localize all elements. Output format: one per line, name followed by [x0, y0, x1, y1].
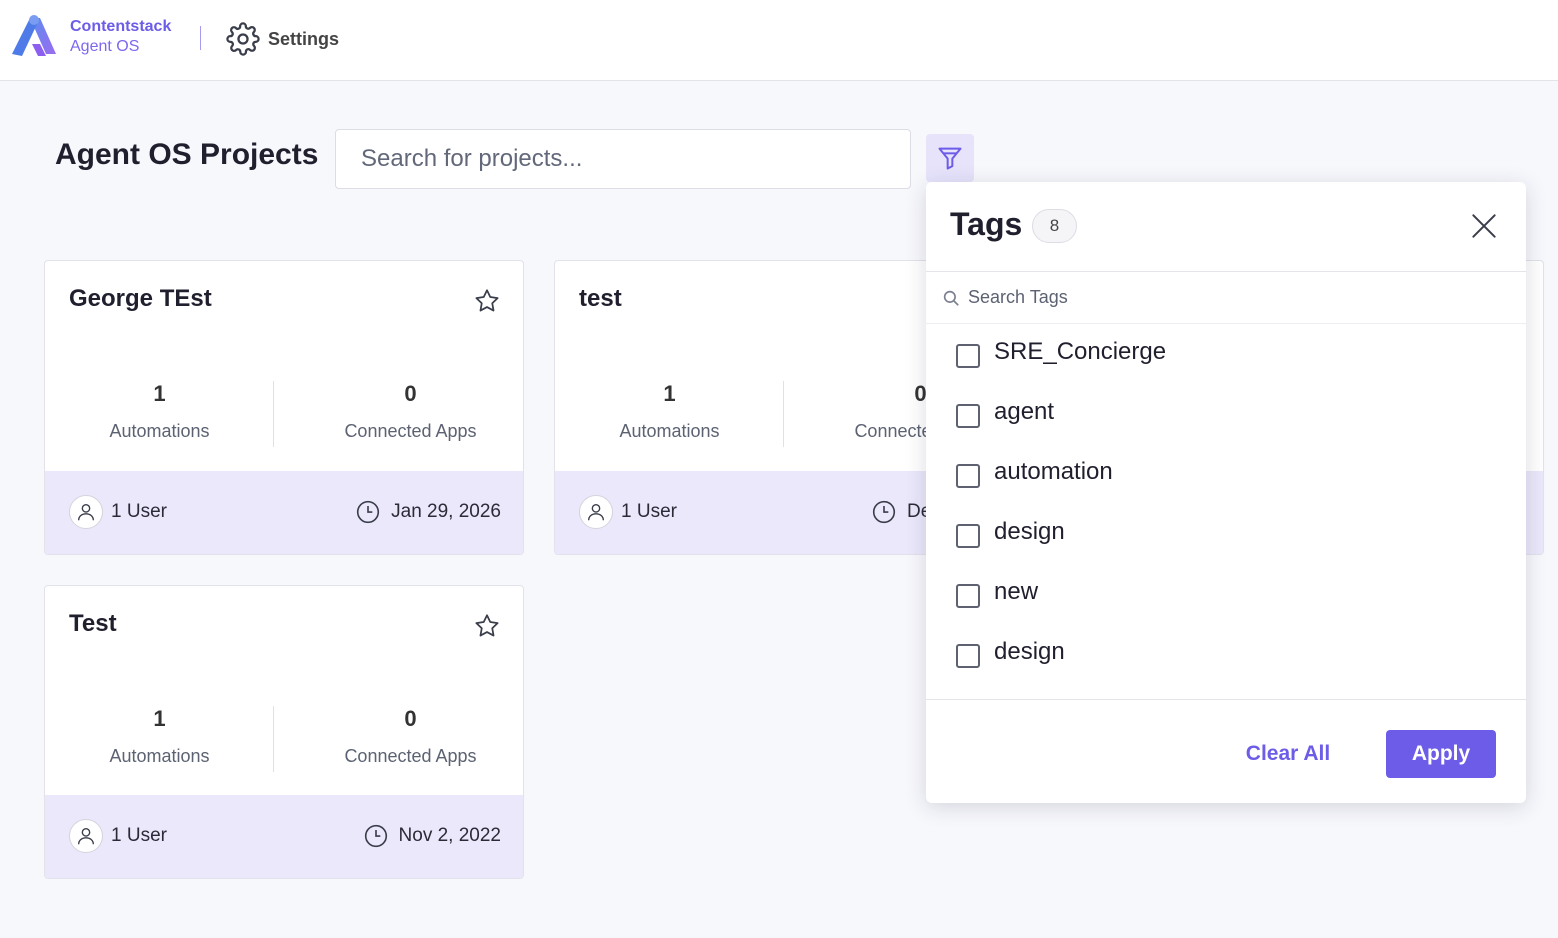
tag-label: new — [994, 578, 1039, 605]
tag-checkbox[interactable] — [956, 644, 980, 668]
stat-divider — [783, 381, 784, 447]
apply-button[interactable]: Apply — [1386, 730, 1496, 778]
connected-apps-label: Connected Apps — [344, 746, 477, 766]
header-divider — [200, 26, 201, 50]
updated-date: Jan 29, 2026 — [355, 499, 501, 525]
tag-option[interactable]: new — [956, 574, 1038, 610]
user-avatar-icon — [69, 495, 103, 529]
tag-checkbox[interactable] — [956, 344, 980, 368]
users-count: 1 User — [111, 825, 167, 846]
close-icon[interactable] — [1468, 210, 1500, 242]
connected-apps-stat: 0 Connected Apps — [296, 381, 523, 442]
page-title: Agent OS Projects — [55, 138, 319, 171]
connected-apps-count: 0 — [404, 381, 417, 406]
settings-label: Settings — [268, 28, 340, 49]
users-count: 1 User — [111, 501, 167, 522]
filter-button[interactable] — [926, 134, 974, 182]
stat-divider — [273, 706, 274, 772]
clock-icon — [357, 500, 380, 524]
automations-stat: 1 Automations — [555, 381, 784, 442]
connected-apps-count: 0 — [404, 706, 417, 731]
clock-icon — [872, 500, 896, 524]
users-info: 1 User — [69, 819, 167, 853]
search-icon — [943, 290, 959, 306]
tag-option[interactable]: agent — [956, 394, 1054, 430]
project-search[interactable] — [335, 129, 911, 189]
tag-checkbox[interactable] — [956, 404, 980, 428]
project-name: test — [579, 285, 622, 312]
tag-option[interactable]: design — [956, 514, 1065, 550]
clock-icon — [364, 824, 387, 848]
automations-count: 1 — [663, 381, 676, 406]
project-card[interactable]: George TEst 1 Automations 0 Connected Ap… — [44, 260, 524, 555]
updated-date: Nov 2, 2022 — [363, 823, 501, 849]
stat-divider — [273, 381, 274, 447]
project-name: George TEst — [69, 285, 212, 312]
users-count: 1 User — [621, 501, 677, 522]
automations-label: Automations — [109, 746, 210, 766]
tag-option[interactable]: automation — [956, 454, 1113, 490]
automations-stat: 1 Automations — [45, 381, 274, 442]
brand-subtitle: Agent OS — [70, 38, 140, 55]
tag-option[interactable]: SRE_Concierge — [956, 334, 1166, 370]
project-search-input[interactable] — [336, 130, 910, 188]
users-info: 1 User — [69, 495, 167, 529]
automations-count: 1 — [153, 381, 166, 406]
tags-panel-header: Tags 8 — [926, 182, 1526, 272]
tag-label: design — [994, 638, 1065, 665]
tag-checkbox[interactable] — [956, 464, 980, 488]
tag-label: design — [994, 518, 1065, 545]
tag-checkbox[interactable] — [956, 524, 980, 548]
card-footer: 1 User Nov 2, 2022 — [45, 795, 523, 878]
tags-title: Tags — [950, 206, 1023, 242]
gear-icon — [226, 22, 260, 56]
connected-apps-stat: 0 Connected Apps — [296, 706, 523, 767]
tag-checkbox[interactable] — [956, 584, 980, 608]
date-label: Nov 2, 2022 — [398, 825, 501, 846]
clear-all-button[interactable]: Clear All — [1232, 730, 1344, 778]
tag-label: SRE_Concierge — [994, 338, 1167, 365]
brand-name: Contentstack — [70, 18, 172, 35]
automations-count: 1 — [153, 706, 166, 731]
contentstack-logo[interactable] — [10, 14, 58, 60]
tag-option[interactable]: design — [956, 634, 1065, 670]
connected-apps-label: Connected Apps — [344, 421, 477, 441]
tag-label: agent — [994, 398, 1055, 425]
tags-search[interactable] — [926, 272, 1526, 324]
tags-footer-divider — [926, 699, 1526, 700]
star-icon[interactable] — [473, 612, 501, 640]
automations-label: Automations — [109, 421, 210, 441]
project-card[interactable]: Test 1 Automations 0 Connected Apps 1 Us… — [44, 585, 524, 879]
project-name: Test — [69, 610, 117, 637]
automations-stat: 1 Automations — [45, 706, 274, 767]
user-avatar-icon — [579, 495, 613, 529]
tag-label: automation — [994, 458, 1113, 485]
filter-icon — [938, 147, 962, 170]
automations-label: Automations — [619, 421, 720, 441]
settings-link[interactable]: Settings — [226, 21, 339, 57]
date-label: Jan 29, 2026 — [391, 501, 501, 522]
top-bar: Contentstack Agent OS Settings — [0, 0, 1558, 81]
star-icon[interactable] — [473, 287, 501, 315]
user-avatar-icon — [69, 819, 103, 853]
tags-count-badge: 8 — [1032, 209, 1077, 243]
users-info: 1 User — [579, 495, 677, 529]
tags-search-input[interactable] — [968, 287, 1468, 308]
tags-filter-panel: Tags 8 SRE_Concierge agent automation de… — [926, 182, 1526, 803]
card-footer: 1 User Jan 29, 2026 — [45, 471, 523, 554]
brand: Contentstack Agent OS — [70, 17, 171, 57]
